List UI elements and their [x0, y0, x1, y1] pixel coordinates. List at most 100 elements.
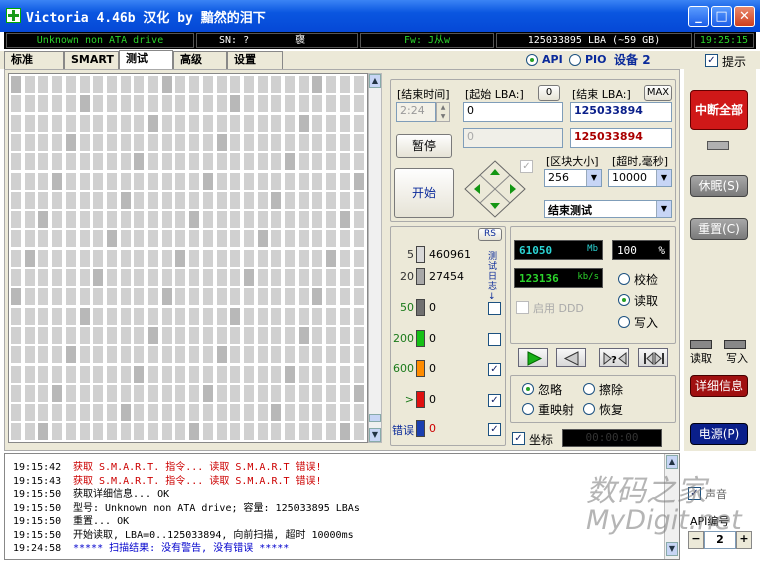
grid-cell [339, 423, 350, 441]
pio-radio[interactable] [569, 54, 581, 66]
erase-radio[interactable] [583, 383, 595, 395]
end-lba-display: 125033894 [570, 128, 672, 148]
hint-checkbox[interactable]: ✓ [705, 54, 718, 67]
grid-cell [24, 346, 35, 364]
grid-cell [216, 288, 227, 306]
timing-checkbox[interactable]: ✓ [488, 394, 501, 407]
ignore-radio[interactable] [522, 383, 534, 395]
power-button[interactable]: 电源(P) [690, 423, 748, 445]
grid-cell [24, 269, 35, 286]
api-radio[interactable] [526, 54, 538, 66]
scroll-down-icon[interactable]: ▼ [666, 542, 678, 556]
timing-checkbox[interactable]: ✓ [488, 423, 501, 436]
drive-name: Unknown non ATA drive [6, 33, 194, 48]
reset-button[interactable]: 重置(C) [690, 218, 748, 240]
grid-cell [38, 346, 49, 364]
details-button[interactable]: 详细信息 [690, 375, 748, 397]
stop-all-button[interactable]: 中断全部 [690, 90, 748, 130]
grid-cell [106, 384, 117, 402]
grid-cell [106, 76, 117, 93]
grid-cell [52, 288, 63, 306]
maximize-button[interactable]: □ [711, 6, 732, 27]
start-lba-input[interactable]: 0 [463, 102, 563, 122]
grid-cell [52, 230, 63, 248]
grid-cell [65, 114, 76, 132]
grid-cell [11, 423, 21, 441]
end-time-spinner[interactable]: ▲ ▼ [436, 102, 450, 122]
grid-cell [161, 404, 172, 422]
grid-cell [175, 76, 186, 93]
grid-cell [312, 211, 323, 229]
grid-scrollbar[interactable]: ▲ ▼ [368, 73, 382, 443]
tab-smart[interactable]: SMART [64, 51, 119, 69]
end-action-select[interactable]: 结束测试 ▼ [544, 200, 672, 218]
end-skip-button[interactable] [638, 348, 668, 367]
coord-label: 坐标 [529, 433, 554, 447]
grid-cell [312, 230, 323, 248]
remap-radio[interactable] [522, 403, 534, 415]
tab-standard[interactable]: 标准 [4, 51, 64, 69]
read-radio[interactable] [618, 294, 630, 306]
skip-unknown-button[interactable]: ? [599, 348, 629, 367]
rewind-button[interactable] [556, 348, 586, 367]
block-size-select[interactable]: 256 ▼ [544, 169, 602, 187]
write-radio[interactable] [618, 316, 630, 328]
grid-cell [65, 307, 76, 325]
grid-cell [257, 404, 268, 422]
timing-count: 0 [429, 332, 436, 345]
grid-cell [175, 95, 186, 113]
tab-test[interactable]: 测试 [119, 50, 173, 69]
sleep-button[interactable]: 休眠(S) [690, 175, 748, 197]
mb-value: 61050 [519, 244, 553, 257]
grid-cell [120, 384, 131, 402]
grid-cell [216, 423, 227, 441]
coord-checkbox[interactable]: ✓ [512, 432, 525, 445]
grid-cell [243, 191, 254, 209]
timeout-select[interactable]: 10000 ▼ [608, 169, 672, 187]
timing-count: 27454 [429, 270, 464, 283]
restore-radio[interactable] [583, 403, 595, 415]
ddd-checkbox[interactable] [516, 301, 529, 314]
timing-checkbox[interactable] [488, 302, 501, 315]
scroll-down-icon[interactable]: ▼ [369, 428, 381, 442]
max-button[interactable]: MAX [644, 85, 672, 101]
verify-radio[interactable] [618, 273, 630, 285]
tab-settings[interactable]: 设置 [227, 51, 283, 69]
timing-checkbox[interactable] [488, 333, 501, 346]
end-lba-input[interactable]: 125033894 [570, 102, 672, 122]
grid-cell [65, 384, 76, 402]
grid-cell [326, 95, 337, 113]
grid-cell [353, 423, 364, 441]
play-button[interactable] [518, 348, 548, 367]
grid-cell [161, 346, 172, 364]
minimize-button[interactable]: _ [688, 6, 709, 27]
grid-cell [175, 114, 186, 132]
timing-checkbox[interactable]: ✓ [488, 363, 501, 376]
rs-button[interactable]: RS [478, 228, 502, 241]
timing-count: 0 [429, 393, 436, 406]
start-button[interactable]: 开始 [394, 168, 454, 218]
grid-cell [134, 384, 145, 402]
end-time-input[interactable]: 2:24 [396, 102, 436, 122]
grid-cell [120, 423, 131, 441]
pause-button[interactable]: 暂停 [396, 134, 452, 158]
grid-cell [353, 95, 364, 113]
grid-cell [257, 365, 268, 383]
timing-count: 0 [429, 362, 436, 375]
grid-cell [148, 365, 158, 383]
grid-cell [202, 384, 213, 402]
grid-cell [326, 249, 337, 267]
start-lba-zero-button[interactable]: 0 [538, 85, 560, 101]
close-button[interactable]: ✕ [734, 6, 755, 27]
grid-cell [326, 384, 337, 402]
grid-cell [175, 384, 186, 402]
grid-cell [24, 404, 35, 422]
grid-cell [202, 76, 213, 93]
scroll-up-icon[interactable]: ▲ [369, 74, 381, 88]
grid-checkbox[interactable]: ✓ [520, 160, 533, 173]
grid-cell [326, 346, 337, 364]
grid-cell [161, 230, 172, 248]
timing-color-block [416, 268, 425, 285]
scroll-thumb[interactable] [369, 414, 381, 422]
tab-advanced[interactable]: 高级 [173, 51, 227, 69]
